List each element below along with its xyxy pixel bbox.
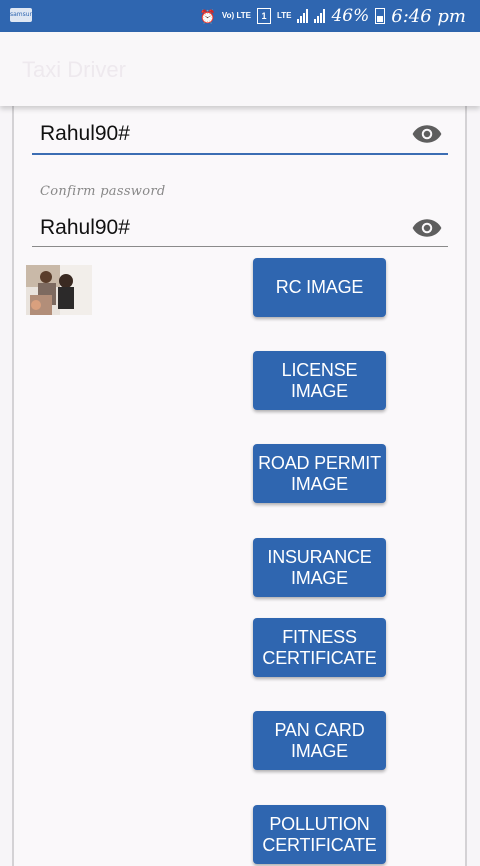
visibility-icon[interactable] (412, 124, 442, 144)
password-field[interactable]: Rahul90# (32, 112, 448, 157)
visibility-icon[interactable] (412, 218, 442, 238)
confirm-password-label: Confirm password (40, 184, 166, 199)
road-permit-image-button[interactable]: ROAD PERMIT IMAGE (253, 444, 386, 503)
confirm-password-value[interactable]: Rahul90# (40, 216, 130, 240)
insurance-image-button[interactable]: INSURANCE IMAGE (253, 538, 386, 597)
signal-icon (297, 9, 309, 23)
notification-icon: samsung (10, 8, 38, 22)
status-icons: ⏰ Vo) LTE 1 LTE 46% 6:46 pm (200, 5, 466, 27)
status-bar: samsung ⏰ Vo) LTE 1 LTE 46% 6:46 pm (0, 0, 480, 32)
license-image-button[interactable]: LICENSE IMAGE (253, 351, 386, 410)
battery-icon (375, 8, 386, 24)
app-title: Taxi Driver (22, 57, 126, 82)
password-underline (32, 153, 448, 155)
notification-label: samsung (10, 11, 38, 18)
sim-icon: 1 (256, 8, 271, 24)
clock: 6:46 pm (391, 5, 466, 27)
battery-percent: 46% (331, 6, 370, 26)
rc-image-button[interactable]: RC IMAGE (253, 258, 386, 317)
confirm-password-field[interactable]: Confirm password Rahul90# (32, 180, 448, 250)
alarm-icon: ⏰ (199, 8, 216, 24)
signal2-icon (314, 9, 326, 23)
fitness-certificate-button[interactable]: FITNESS CERTIFICATE (253, 618, 386, 677)
app-bar: Taxi Driver (0, 32, 480, 106)
volte-icon: Vo) LTE (221, 11, 251, 20)
password-value[interactable]: Rahul90# (40, 122, 130, 146)
pollution-certificate-button[interactable]: POLLUTION CERTIFICATE (253, 805, 386, 864)
confirm-password-underline (32, 246, 448, 247)
lte-icon: LTE (276, 11, 292, 20)
rc-image-thumbnail[interactable] (26, 265, 92, 315)
pan-card-image-button[interactable]: PAN CARD IMAGE (253, 711, 386, 770)
